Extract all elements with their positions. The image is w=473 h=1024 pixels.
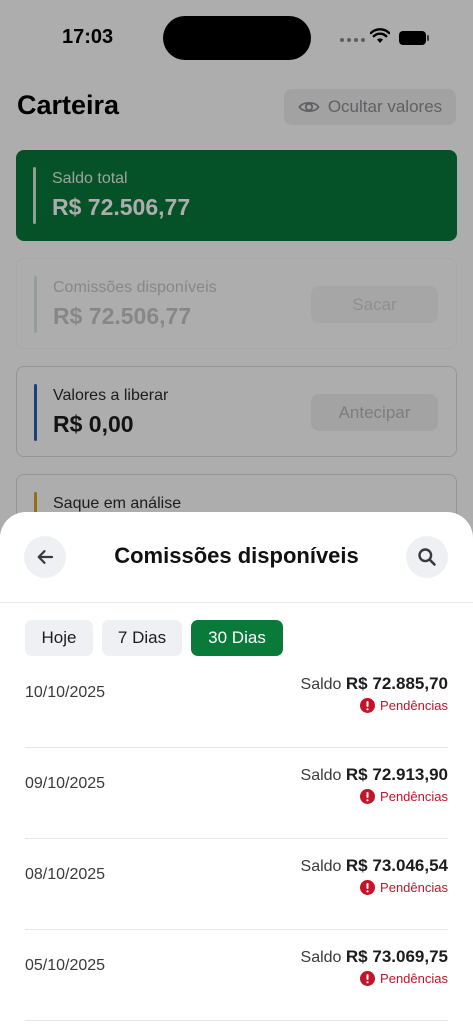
commissions-sheet: Comissões disponíveis Hoje 7 Dias 30 Dia…: [0, 512, 473, 1024]
list-item[interactable]: 08/10/2025 Saldo R$ 73.046,54 Pendências: [25, 839, 448, 930]
filter-today[interactable]: Hoje: [25, 620, 93, 656]
pending-status: Pendências: [360, 698, 448, 713]
row-balance-value: R$ 73.046,54: [345, 856, 448, 875]
alert-icon: [360, 698, 376, 713]
pending-label: Pendências: [380, 971, 448, 986]
row-balance: Saldo R$ 73.069,75: [300, 947, 448, 966]
alert-icon: [360, 789, 376, 804]
pending-status: Pendências: [360, 880, 448, 895]
pending-status: Pendências: [360, 971, 448, 986]
row-balance: Saldo R$ 72.913,90: [300, 765, 448, 784]
balance-list: 10/10/2025 Saldo R$ 72.885,70 Pendências…: [25, 657, 448, 1021]
screen: 17:03 Carteira Ocultar valores Saldo tot…: [0, 0, 473, 1024]
search-button[interactable]: [406, 536, 448, 578]
alert-icon: [360, 971, 376, 986]
sheet-title: Comissões disponíveis: [114, 543, 359, 568]
row-balance-value: R$ 72.913,90: [345, 765, 448, 784]
row-balance-value: R$ 73.069,75: [345, 947, 448, 966]
row-balance: Saldo R$ 73.046,54: [300, 856, 448, 875]
alert-icon: [360, 880, 376, 895]
pending-label: Pendências: [380, 698, 448, 713]
row-balance: Saldo R$ 72.885,70: [300, 674, 448, 693]
row-date: 05/10/2025: [25, 957, 106, 974]
pending-label: Pendências: [380, 789, 448, 804]
row-balance-value: R$ 72.885,70: [345, 674, 448, 693]
search-icon: [418, 548, 436, 566]
list-item[interactable]: 09/10/2025 Saldo R$ 72.913,90 Pendências: [25, 748, 448, 839]
row-date: 08/10/2025: [25, 866, 106, 883]
filter-30-days[interactable]: 30 Dias: [191, 620, 283, 656]
pending-status: Pendências: [360, 789, 448, 804]
filter-7-days[interactable]: 7 Dias: [102, 620, 182, 656]
period-filters: Hoje 7 Dias 30 Dias: [25, 620, 283, 656]
list-item[interactable]: 05/10/2025 Saldo R$ 73.069,75 Pendências: [25, 930, 448, 1021]
row-date: 09/10/2025: [25, 775, 106, 792]
pending-label: Pendências: [380, 880, 448, 895]
sheet-header: Comissões disponíveis: [0, 512, 473, 603]
list-item[interactable]: 10/10/2025 Saldo R$ 72.885,70 Pendências: [25, 657, 448, 748]
row-date: 10/10/2025: [25, 684, 106, 701]
